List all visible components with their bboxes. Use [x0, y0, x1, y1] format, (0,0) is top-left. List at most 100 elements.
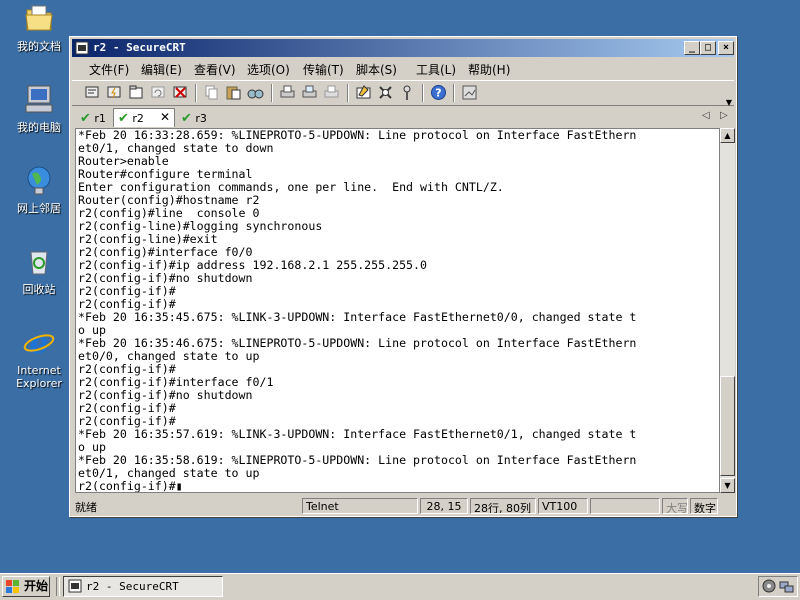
start-button[interactable]: 开始 [2, 576, 50, 597]
svg-text:e: e [29, 326, 48, 358]
paste-icon[interactable] [225, 84, 242, 101]
desktop-icon-network-places[interactable]: 网上邻居 [8, 164, 70, 215]
scroll-up-button[interactable]: ▲ [720, 128, 735, 143]
terminal-screen[interactable]: *Feb 20 16:33:28.659: %LINEPROTO-5-UPDOW… [75, 128, 720, 493]
tab-prev-icon[interactable]: ◁ [702, 110, 710, 121]
menu-file[interactable]: 文件(F) [89, 61, 129, 78]
tab-r3[interactable]: ✔ r3 [178, 109, 214, 126]
scroll-thumb[interactable] [720, 376, 735, 476]
tab-next-icon[interactable]: ▷ [720, 110, 728, 121]
terminal-line: Enter configuration commands, one per li… [78, 180, 504, 194]
toolbar-chevron-icon[interactable]: ▼ [726, 98, 732, 107]
terminal-line: r2(config-if)# [78, 284, 176, 298]
desktop-icon-recycle-bin[interactable]: 回收站 [8, 245, 70, 296]
my-documents-icon [25, 5, 53, 31]
terminal-line: o up [78, 323, 106, 337]
title-bar[interactable]: r2 - SecureCRT _ □ × [72, 39, 734, 57]
connect-in-tab-icon[interactable] [128, 84, 145, 101]
terminal-line: r2(config-if)# [78, 297, 176, 311]
disconnect-icon[interactable] [172, 84, 189, 101]
desktop-icon-label: 网上邻居 [17, 202, 61, 215]
menu-transfer[interactable]: 传输(T) [303, 61, 344, 78]
svg-text:?: ? [435, 87, 441, 100]
terminal-line: r2(config)#interface f0/0 [78, 245, 253, 259]
securecrt-app-icon [68, 579, 82, 593]
sftp-icon[interactable] [461, 84, 478, 101]
securecrt-app-icon [75, 41, 89, 55]
terminal-line: r2(config-if)#interface f0/1 [78, 375, 274, 389]
find-icon[interactable] [247, 84, 264, 101]
global-options-icon[interactable] [377, 84, 394, 101]
terminal-line: r2(config-line)#logging synchronous [78, 219, 323, 233]
terminal-line: r2(config-if)#no shutdown [78, 388, 253, 402]
taskbar: 开始 r2 - SecureCRT [0, 573, 800, 600]
taskbar-item-securecrt[interactable]: r2 - SecureCRT [63, 576, 223, 597]
keymap-icon[interactable] [399, 84, 416, 101]
help-icon[interactable]: ? [430, 84, 447, 101]
print-setup-icon[interactable] [323, 84, 340, 101]
tray-volume-icon[interactable] [762, 579, 777, 594]
securecrt-window: r2 - SecureCRT _ □ × 文件(F) 编辑(E) 查看(V) 选… [69, 36, 737, 517]
status-cursor-position: 28, 15 [420, 498, 468, 514]
menu-tools[interactable]: 工具(L) [416, 61, 456, 78]
tab-label: r3 [195, 112, 207, 125]
tab-label: r2 [132, 112, 144, 125]
toolbar-separator [195, 84, 197, 102]
vertical-scrollbar[interactable]: ▲ ▼ [720, 128, 735, 493]
taskbar-separator [56, 577, 60, 596]
terminal-line: r2(config-if)# [78, 479, 176, 493]
minimize-button[interactable]: _ [684, 41, 700, 55]
quick-connect-icon[interactable] [106, 84, 123, 101]
terminal-output: *Feb 20 16:33:28.659: %LINEPROTO-5-UPDOW… [78, 129, 637, 493]
menu-help[interactable]: 帮助(H) [468, 61, 510, 78]
terminal-line: *Feb 20 16:35:58.619: %LINEPROTO-5-UPDOW… [78, 453, 637, 467]
window-title: r2 - SecureCRT [93, 41, 186, 54]
toolbar-separator [422, 84, 424, 102]
reconnect-icon[interactable] [150, 84, 167, 101]
toolbar-separator [453, 84, 455, 102]
tray-network-icon[interactable] [779, 579, 794, 594]
close-button[interactable]: × [718, 41, 734, 55]
session-tab-bar: ✔ r1 ✔ r2 ✕ ✔ r3 ◁ ▷ [72, 107, 734, 127]
terminal-line: o up [78, 440, 106, 454]
toolbar-separator [271, 84, 273, 102]
connected-check-icon: ✔ [118, 111, 129, 126]
connected-check-icon: ✔ [80, 111, 91, 126]
terminal-line: Router#configure terminal [78, 167, 253, 181]
desktop-icon-internet-explorer[interactable]: e Internet Explorer [8, 326, 70, 390]
terminal-line: r2(config-if)#no shutdown [78, 271, 253, 285]
terminal-line: *Feb 20 16:35:45.675: %LINK-3-UPDOWN: In… [78, 310, 637, 324]
tab-r2[interactable]: ✔ r2 ✕ [113, 108, 175, 127]
system-tray [758, 576, 798, 597]
menu-script[interactable]: 脚本(S) [356, 61, 397, 78]
status-bar: 就绪 Telnet 28, 15 28行, 80列 VT100 大写 数字 [72, 497, 734, 515]
desktop-icon-my-computer[interactable]: 我的电脑 [8, 83, 70, 134]
recycle-bin-icon [30, 251, 48, 275]
status-terminal-size: 28行, 80列 [470, 498, 536, 514]
maximize-button[interactable]: □ [700, 41, 716, 55]
desktop-icon-label: 我的文档 [17, 40, 61, 53]
terminal-line: Router>enable [78, 154, 169, 168]
connect-icon[interactable] [84, 84, 101, 101]
menu-bar: 文件(F) 编辑(E) 查看(V) 选项(O) 传输(T) 脚本(S) 工具(L… [72, 58, 734, 78]
status-ready: 就绪 [75, 501, 97, 514]
scroll-down-button[interactable]: ▼ [720, 478, 735, 493]
menu-view[interactable]: 查看(V) [194, 61, 236, 78]
desktop-icon-label: Internet Explorer [16, 364, 62, 390]
copy-icon[interactable] [203, 84, 220, 101]
terminal-line: et0/1, changed state to down [78, 141, 274, 155]
tab-r1[interactable]: ✔ r1 [77, 109, 113, 126]
session-options-icon[interactable] [355, 84, 372, 101]
tab-close-icon[interactable]: ✕ [160, 110, 170, 124]
menu-edit[interactable]: 编辑(E) [141, 61, 182, 78]
menu-options[interactable]: 选项(O) [247, 61, 290, 78]
terminal-line: r2(config)#line console 0 [78, 206, 260, 220]
terminal-line: r2(config-if)# [78, 401, 176, 415]
toolbar: ? ▼ [72, 80, 734, 107]
print-selection-icon[interactable] [301, 84, 318, 101]
status-caps-lock: 大写 [662, 498, 688, 514]
desktop-icon-my-documents[interactable]: 我的文档 [8, 2, 70, 53]
terminal-line: et0/0, changed state to up [78, 349, 260, 363]
print-icon[interactable] [279, 84, 296, 101]
terminal-line: *Feb 20 16:35:46.675: %LINEPROTO-5-UPDOW… [78, 336, 637, 350]
